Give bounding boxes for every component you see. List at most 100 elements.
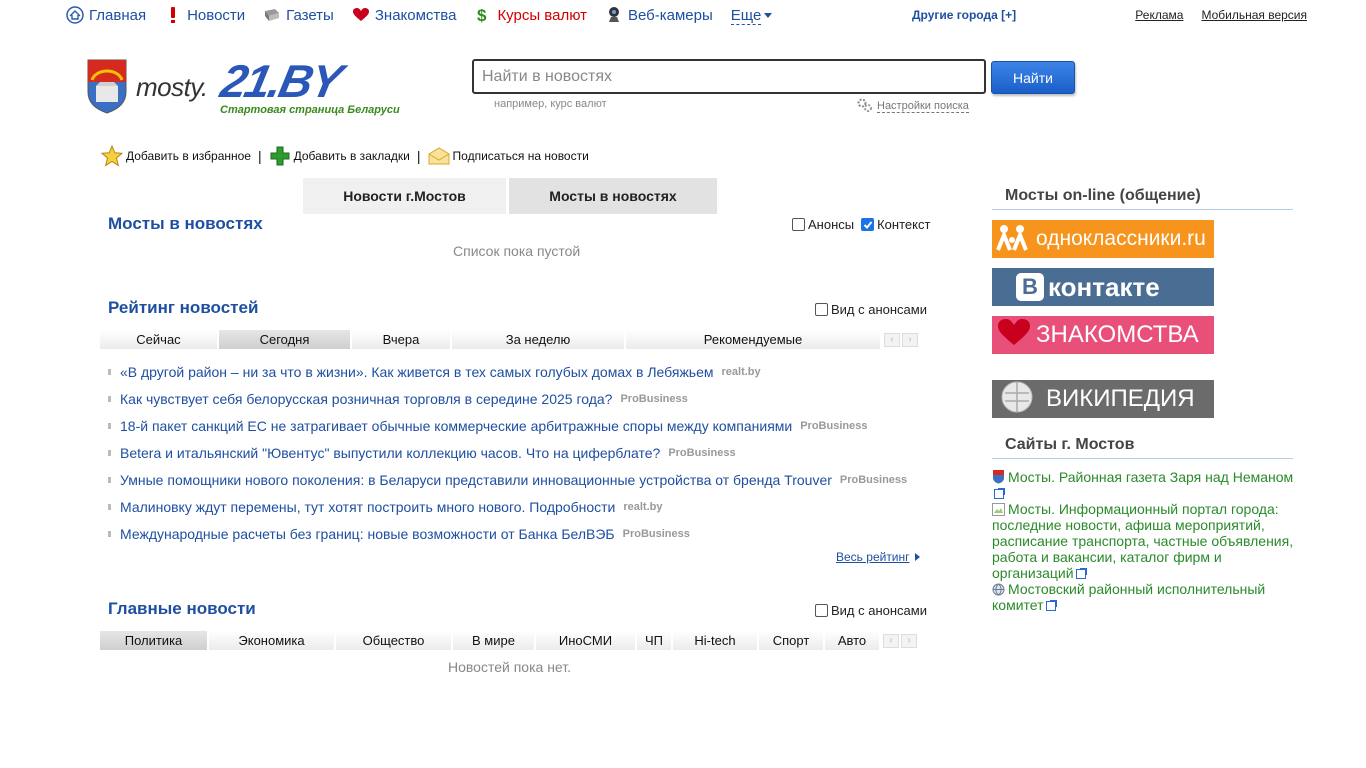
tab-world[interactable]: В мире	[453, 631, 536, 650]
tab-hitech[interactable]: Hi-tech	[673, 631, 759, 650]
tab-mosty-news[interactable]: Новости г.Мостов	[303, 178, 506, 214]
nav-news[interactable]: Новости	[164, 6, 245, 24]
nav-home-label: Главная	[89, 6, 147, 24]
news-title[interactable]: «В другой район – ни за что в жизни». Ка…	[120, 364, 714, 380]
wikipedia-banner[interactable]: ВИКИПЕДИЯ	[992, 380, 1214, 418]
tab-auto[interactable]: Авто	[825, 631, 881, 650]
arrow-right-icon	[914, 553, 920, 561]
tab-sport[interactable]: Спорт	[759, 631, 825, 650]
list-item: Международные расчеты без границ: новые …	[108, 520, 938, 547]
tab-society[interactable]: Общество	[336, 631, 453, 650]
odnoklassniki-label: одноклассники.ru	[1036, 227, 1206, 250]
subscribe-button[interactable]: Подписаться на новости	[428, 145, 589, 167]
news-source: ProBusiness	[839, 473, 908, 486]
dating-banner[interactable]: ЗНАКОМСТВА	[992, 316, 1214, 354]
star-icon	[101, 145, 123, 167]
news-source: ProBusiness	[620, 392, 688, 405]
site-link[interactable]: Мосты. Районная газета Заря над Неманом	[1008, 469, 1293, 485]
tab-rating-today[interactable]: Сегодня	[219, 330, 352, 349]
checkbox-main-anons[interactable]	[815, 604, 828, 617]
tab-rating-recommended[interactable]: Рекомендуемые	[626, 330, 882, 349]
news-source: ProBusiness	[800, 419, 868, 432]
webcam-icon	[605, 6, 623, 24]
list-item: Мостовский районный исполнительный комит…	[992, 581, 1297, 613]
tab-mosty-in-news[interactable]: Мосты в новостях	[509, 178, 717, 214]
add-favorites-label: Добавить в избранное	[126, 149, 251, 163]
nav-currency[interactable]: $ Курсы валют	[474, 6, 587, 24]
heart-icon	[352, 6, 370, 24]
anons-checkbox[interactable]: Анонсы Контекст	[792, 217, 930, 232]
tab-emergency[interactable]: ЧП	[637, 631, 673, 650]
add-bookmarks-button[interactable]: Добавить в закладки	[269, 145, 410, 167]
news-title[interactable]: Умные помощники нового поколения: в Бела…	[120, 472, 832, 488]
nav-dating[interactable]: Знакомства	[352, 6, 457, 24]
tab-rating-yesterday[interactable]: Вчера	[352, 330, 452, 349]
mentions-title: Мосты в новостях	[108, 214, 263, 233]
news-title[interactable]: Betera и итальянский "Ювентус" выпустили…	[120, 445, 660, 461]
main-news-announce-checkbox[interactable]: Вид с анонсами	[815, 603, 927, 618]
broken-image-icon	[992, 503, 1005, 516]
tab-economy[interactable]: Экономика	[209, 631, 336, 650]
news-title[interactable]: Как чувствует себя белорусская розничная…	[120, 391, 612, 407]
more-dropdown[interactable]: Еще	[730, 7, 762, 25]
news-source: ProBusiness	[668, 446, 736, 459]
search-settings-label: Настройки поиска	[877, 100, 969, 113]
list-item: Как чувствует себя белорусская розничная…	[108, 385, 938, 412]
logo-brand: 21.BY	[216, 55, 346, 107]
rating-announce-checkbox[interactable]: Вид с анонсами	[815, 302, 927, 317]
news-source: ProBusiness	[622, 527, 690, 540]
vkontakte-banner[interactable]: В контакте	[992, 268, 1214, 306]
list-item: Мосты. Районная газета Заря над Неманом	[992, 469, 1297, 501]
logo-town: mosty.	[136, 72, 208, 102]
nav-newspapers[interactable]: Газеты	[263, 6, 334, 24]
mobile-version-link[interactable]: Мобильная версия	[1201, 8, 1307, 22]
bullet	[108, 503, 111, 510]
tab-rating-week[interactable]: За неделю	[452, 330, 626, 349]
nav-currency-label: Курсы валют	[497, 6, 587, 24]
search-button[interactable]: Найти	[991, 61, 1075, 94]
rating-title: Рейтинг новостей	[108, 298, 259, 317]
site-link[interactable]: Мостовский районный исполнительный комит…	[992, 581, 1265, 613]
news-title[interactable]: 18-й пакет санкций ЕС не затрагивает обы…	[120, 418, 792, 434]
sites-title: Сайты г. Мостов	[992, 436, 1293, 459]
dollar-icon: $	[474, 6, 492, 24]
news-title[interactable]: Международные расчеты без границ: новые …	[120, 526, 615, 542]
tab-politics[interactable]: Политика	[100, 631, 209, 650]
subscribe-label: Подписаться на новости	[452, 149, 589, 163]
anons-label: Анонсы	[808, 217, 855, 232]
nav-dating-label: Знакомства	[374, 6, 457, 24]
main-news-checkbox-label: Вид с анонсами	[831, 603, 927, 618]
context-label: Контекст	[877, 217, 931, 232]
nav-home[interactable]: Главная	[66, 6, 146, 24]
logo[interactable]: mosty. 21.BY Стартовая страница Беларуси	[86, 55, 446, 118]
tab-rating-now[interactable]: Сейчас	[100, 330, 219, 349]
other-cities-link[interactable]: Другие города [+]	[912, 8, 1016, 22]
external-link-icon	[994, 488, 1005, 499]
rating-checkbox-label: Вид с анонсами	[831, 302, 927, 317]
tab-inosmi[interactable]: ИноСМИ	[536, 631, 637, 650]
next-arrow-icon[interactable]: ›	[902, 332, 918, 347]
search-input[interactable]: Найти в новостях	[472, 59, 986, 94]
site-link[interactable]: Мосты. Информационный портал города: пос…	[992, 501, 1293, 581]
news-title[interactable]: Малиновку ждут перемены, тут хотят постр…	[120, 499, 615, 515]
list-item: Умные помощники нового поколения: в Бела…	[108, 466, 938, 493]
nav-webcams[interactable]: Веб-камеры	[605, 6, 713, 24]
checkbox-anons[interactable]	[792, 218, 805, 231]
bullet	[108, 368, 111, 375]
more-label: Еще	[730, 7, 762, 24]
online-title: Мосты on-line (общение)	[992, 187, 1293, 210]
external-link-icon	[1075, 568, 1087, 579]
prev-arrow-icon[interactable]: ‹	[883, 633, 899, 648]
all-rating-link[interactable]: Весь рейтинг	[836, 550, 920, 564]
odnoklassniki-banner[interactable]: одноклассники.ru	[992, 220, 1214, 258]
add-favorites-button[interactable]: Добавить в избранное	[101, 145, 251, 167]
coat-of-arms-icon	[87, 59, 127, 114]
search-settings[interactable]: Настройки поиска	[857, 98, 969, 115]
prev-arrow-icon[interactable]: ‹	[884, 332, 900, 347]
ads-link[interactable]: Реклама	[1135, 8, 1183, 22]
checkbox-context[interactable]	[861, 218, 875, 231]
nav-webcams-label: Веб-камеры	[627, 6, 713, 24]
checkbox-rating-anons[interactable]	[815, 303, 828, 316]
list-item: «В другой район – ни за что в жизни». Ка…	[108, 358, 938, 385]
next-arrow-icon[interactable]: ›	[901, 633, 917, 648]
